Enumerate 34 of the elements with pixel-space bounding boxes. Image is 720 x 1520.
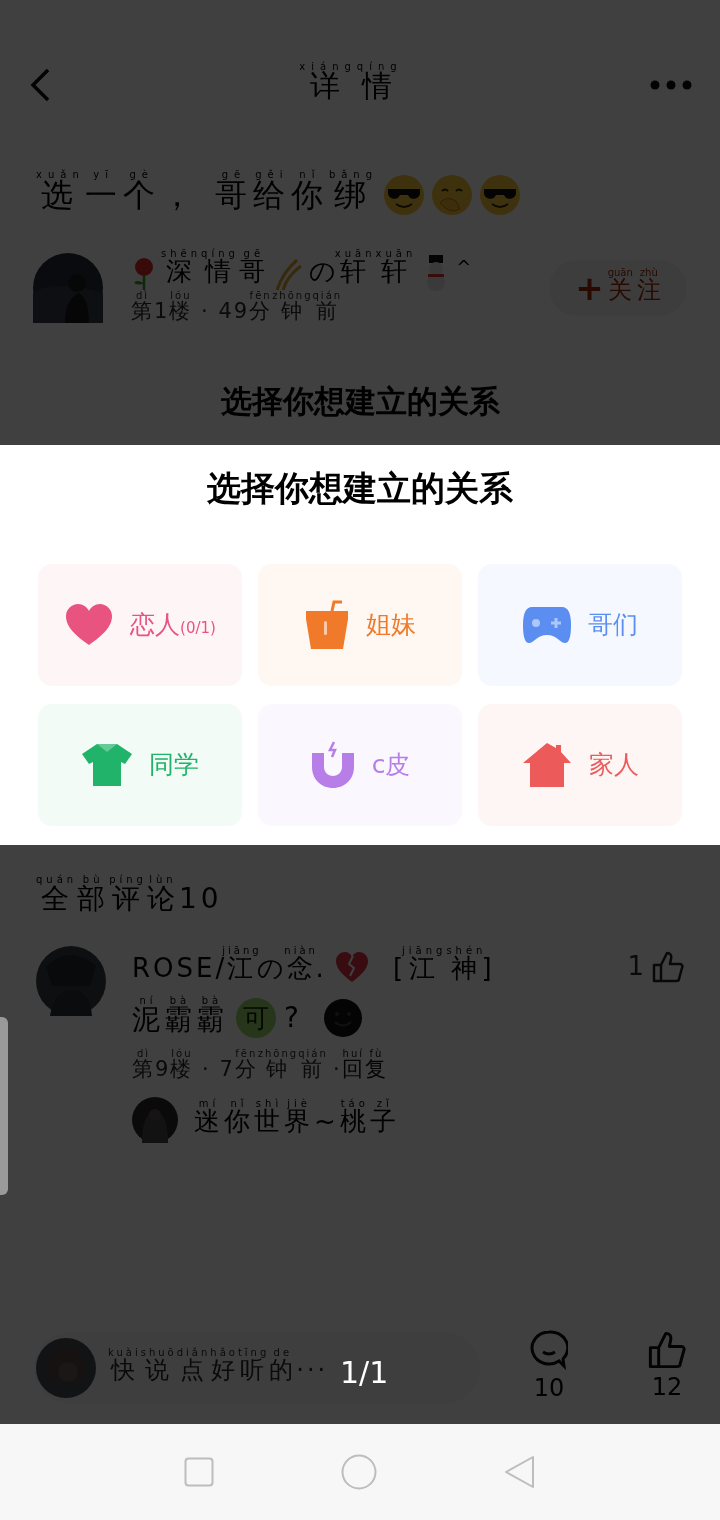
relation-option[interactable]: 哥们: [478, 563, 682, 686]
user-tag: [江 jiāng 神 shén ]: [392, 945, 620, 988]
question-mark: ?: [284, 1000, 299, 1036]
relation-label: 哥们: [588, 608, 638, 641]
scroll-handle[interactable]: [0, 1017, 8, 1195]
relation-option[interactable]: 家人: [478, 703, 682, 826]
relation-label: 家人: [589, 748, 639, 781]
sheet-title: 选择你想建立的关系: [206, 466, 514, 510]
relation-option[interactable]: 姐妹: [258, 563, 462, 686]
like-count: 12: [651, 1372, 683, 1403]
author-name: 深 shēn 情 qíng 哥 gē: [161, 249, 269, 288]
relation-option[interactable]: 同学: [38, 703, 242, 826]
home-icon[interactable]: [341, 1454, 377, 1490]
relation-option[interactable]: c皮: [258, 703, 462, 826]
back-icon[interactable]: [504, 1455, 537, 1489]
relation-label: c皮: [371, 748, 411, 781]
shirt-icon: [81, 741, 133, 788]
page-indicator: 1/1: [340, 1354, 389, 1392]
magnet-icon: [309, 740, 356, 789]
relation-label: 同学: [149, 748, 199, 781]
section-heading: 选择你想建立的关系: [219, 381, 501, 421]
recent-apps-icon[interactable]: [183, 1457, 214, 1487]
relation-option[interactable]: 恋人(0/1): [38, 563, 242, 686]
gamepad-icon: [522, 604, 572, 645]
relation-label: 姐妹: [366, 608, 416, 641]
reply-author: 迷 mí 你 nǐ 世 shì 界 jiè ~桃 táo 子 zǐ: [194, 1099, 400, 1138]
relation-label: 恋人(0/1): [130, 608, 216, 641]
comment-count: 10: [533, 1373, 565, 1404]
commenter-name: ROSE/江 jiāng の念 niàn .: [132, 945, 327, 985]
comment-text: 泥 ní 霸 bà 霸 bà: [132, 995, 228, 1038]
cup-icon: [304, 598, 350, 651]
heart-icon: [64, 602, 115, 647]
author-name: の 轩 xuān 轩 xuān: [308, 249, 417, 288]
house-icon: [521, 740, 573, 789]
